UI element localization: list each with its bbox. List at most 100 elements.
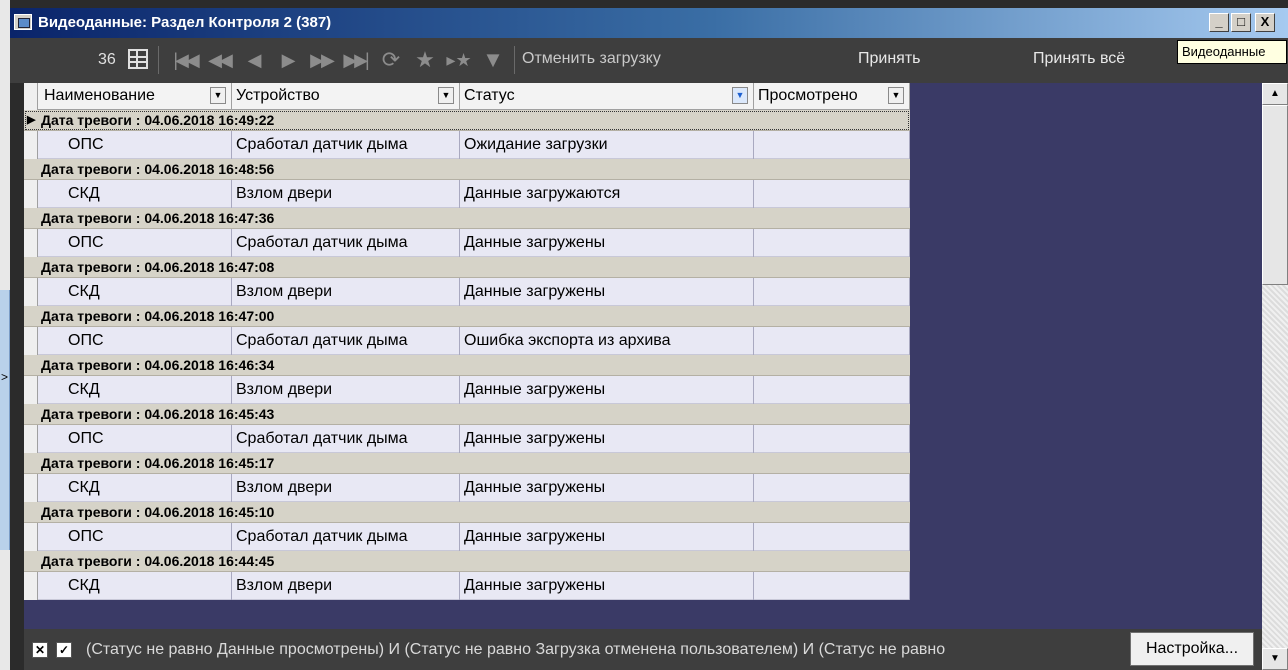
row-selector[interactable] (24, 327, 38, 355)
cell-name[interactable]: ОПС (38, 425, 232, 453)
cell-name[interactable]: ОПС (38, 131, 232, 159)
maximize-button[interactable]: □ (1231, 13, 1251, 32)
column-header-name[interactable]: Наименование (38, 83, 232, 110)
row-selector[interactable] (24, 278, 38, 306)
refresh-icon[interactable]: ⟳ (376, 46, 406, 74)
title-bar[interactable]: Видеоданные: Раздел Контроля 2 (387) _ □… (10, 8, 1288, 38)
cell-device[interactable]: Сработал датчик дыма (232, 425, 460, 453)
cell-status[interactable]: Ошибка экспорта из архива (460, 327, 754, 355)
table-row[interactable]: ОПС Сработал датчик дыма Ожидание загрузки (24, 131, 910, 159)
cell-name[interactable]: СКД (38, 278, 232, 306)
column-header-viewed[interactable]: Просмотрено (754, 83, 910, 110)
accept-all-button[interactable]: Принять всё (1033, 50, 1125, 68)
column-header-status[interactable]: Статус (460, 83, 754, 110)
cell-name[interactable]: СКД (38, 180, 232, 208)
group-row[interactable]: Дата тревоги : 04.06.2018 16:45:10 (24, 502, 910, 523)
cell-viewed[interactable] (754, 327, 910, 355)
cell-status[interactable]: Данные загружаются (460, 180, 754, 208)
status-filter-dropdown-icon[interactable]: ▼ (732, 87, 748, 104)
cell-device[interactable]: Сработал датчик дыма (232, 131, 460, 159)
filter-icon[interactable]: ▼ (478, 46, 508, 74)
scroll-up-icon[interactable]: ▲ (1262, 83, 1288, 105)
cell-viewed[interactable] (754, 229, 910, 257)
cell-status[interactable]: Данные загружены (460, 572, 754, 600)
group-row[interactable]: Дата тревоги : 04.06.2018 16:44:45 (24, 551, 910, 572)
cell-device[interactable]: Взлом двери (232, 180, 460, 208)
name-filter-dropdown-icon[interactable]: ▼ (210, 87, 226, 104)
cell-viewed[interactable] (754, 572, 910, 600)
table-view-icon[interactable] (128, 49, 148, 69)
cell-status[interactable]: Ожидание загрузки (460, 131, 754, 159)
cell-status[interactable]: Данные загружены (460, 278, 754, 306)
row-selector[interactable] (24, 523, 38, 551)
table-row[interactable]: СКД Взлом двери Данные загружены (24, 474, 910, 502)
group-row[interactable]: Дата тревоги : 04.06.2018 16:47:08 (24, 257, 910, 278)
prev-record-icon[interactable]: ◀ (238, 46, 268, 74)
group-row[interactable]: Дата тревоги : 04.06.2018 16:45:17 (24, 453, 910, 474)
viewed-filter-dropdown-icon[interactable]: ▼ (888, 87, 904, 104)
cell-device[interactable]: Взлом двери (232, 474, 460, 502)
cell-name[interactable]: ОПС (38, 229, 232, 257)
accept-button[interactable]: Принять (858, 50, 921, 68)
cell-device[interactable]: Сработал датчик дыма (232, 229, 460, 257)
last-record-icon[interactable]: ▶▶| (340, 46, 370, 74)
filter-enabled-checkbox[interactable]: ✓ (56, 642, 72, 658)
row-selector[interactable] (24, 180, 38, 208)
vertical-scrollbar[interactable]: ▲ ▼ (1262, 83, 1288, 670)
table-row[interactable]: СКД Взлом двери Данные загружаются (24, 180, 910, 208)
cell-name[interactable]: СКД (38, 474, 232, 502)
page-forward-icon[interactable]: ▶▶ (306, 46, 336, 74)
table-row[interactable]: ОПС Сработал датчик дыма Данные загружены (24, 523, 910, 551)
cell-name[interactable]: СКД (38, 376, 232, 404)
splitter-handle[interactable] (0, 290, 10, 550)
clear-filter-icon[interactable]: ✕ (32, 642, 48, 658)
cell-status[interactable]: Данные загружены (460, 425, 754, 453)
filter-settings-button[interactable]: Настройка... (1130, 632, 1254, 666)
cell-device[interactable]: Взлом двери (232, 572, 460, 600)
cell-viewed[interactable] (754, 131, 910, 159)
group-row[interactable]: Дата тревоги : 04.06.2018 16:47:00 (24, 306, 910, 327)
cell-name[interactable]: ОПС (38, 523, 232, 551)
cell-status[interactable]: Данные загружены (460, 523, 754, 551)
close-button[interactable]: X (1255, 13, 1275, 32)
first-record-icon[interactable]: |◀◀ (170, 46, 200, 74)
device-filter-dropdown-icon[interactable]: ▼ (438, 87, 454, 104)
table-row[interactable]: СКД Взлом двери Данные загружены (24, 572, 910, 600)
table-row[interactable]: СКД Взлом двери Данные загружены (24, 278, 910, 306)
row-selector[interactable] (24, 572, 38, 600)
group-row[interactable]: Дата тревоги : 04.06.2018 16:48:56 (24, 159, 910, 180)
cell-device[interactable]: Взлом двери (232, 278, 460, 306)
table-row[interactable]: ОПС Сработал датчик дыма Ошибка экспорта и… (24, 327, 910, 355)
group-row[interactable]: Дата тревоги : 04.06.2018 16:46:34 (24, 355, 910, 376)
cell-device[interactable]: Сработал датчик дыма (232, 523, 460, 551)
row-selector[interactable] (24, 131, 38, 159)
scroll-thumb[interactable] (1262, 105, 1288, 285)
table-row[interactable]: ОПС Сработал датчик дыма Данные загружены (24, 229, 910, 257)
row-selector[interactable] (24, 229, 38, 257)
cell-name[interactable]: ОПС (38, 327, 232, 355)
group-row[interactable]: Дата тревоги : 04.06.2018 16:45:43 (24, 404, 910, 425)
next-record-icon[interactable]: ▶ (272, 46, 302, 74)
minimize-button[interactable]: _ (1209, 13, 1229, 32)
cell-status[interactable]: Данные загружены (460, 376, 754, 404)
cancel-download-button[interactable]: Отменить загрузку (522, 50, 661, 68)
cell-status[interactable]: Данные загружены (460, 474, 754, 502)
cell-viewed[interactable] (754, 180, 910, 208)
cell-name[interactable]: СКД (38, 572, 232, 600)
scroll-down-icon[interactable]: ▼ (1262, 648, 1288, 670)
row-selector[interactable] (24, 474, 38, 502)
cell-viewed[interactable] (754, 474, 910, 502)
cell-viewed[interactable] (754, 425, 910, 453)
star-filter-icon[interactable]: ▸★ (444, 46, 474, 74)
row-selector[interactable] (24, 425, 38, 453)
star-icon[interactable]: ★ (410, 46, 440, 74)
cell-device[interactable]: Взлом двери (232, 376, 460, 404)
table-row[interactable]: СКД Взлом двери Данные загружены (24, 376, 910, 404)
cell-device[interactable]: Сработал датчик дыма (232, 327, 460, 355)
filter-expression[interactable]: (Статус не равно Данные просмотрены) И (… (86, 641, 1126, 659)
cell-status[interactable]: Данные загружены (460, 229, 754, 257)
cell-viewed[interactable] (754, 376, 910, 404)
cell-viewed[interactable] (754, 278, 910, 306)
cell-viewed[interactable] (754, 523, 910, 551)
group-row[interactable]: ▶ Дата тревоги : 04.06.2018 16:49:22 (24, 110, 910, 131)
